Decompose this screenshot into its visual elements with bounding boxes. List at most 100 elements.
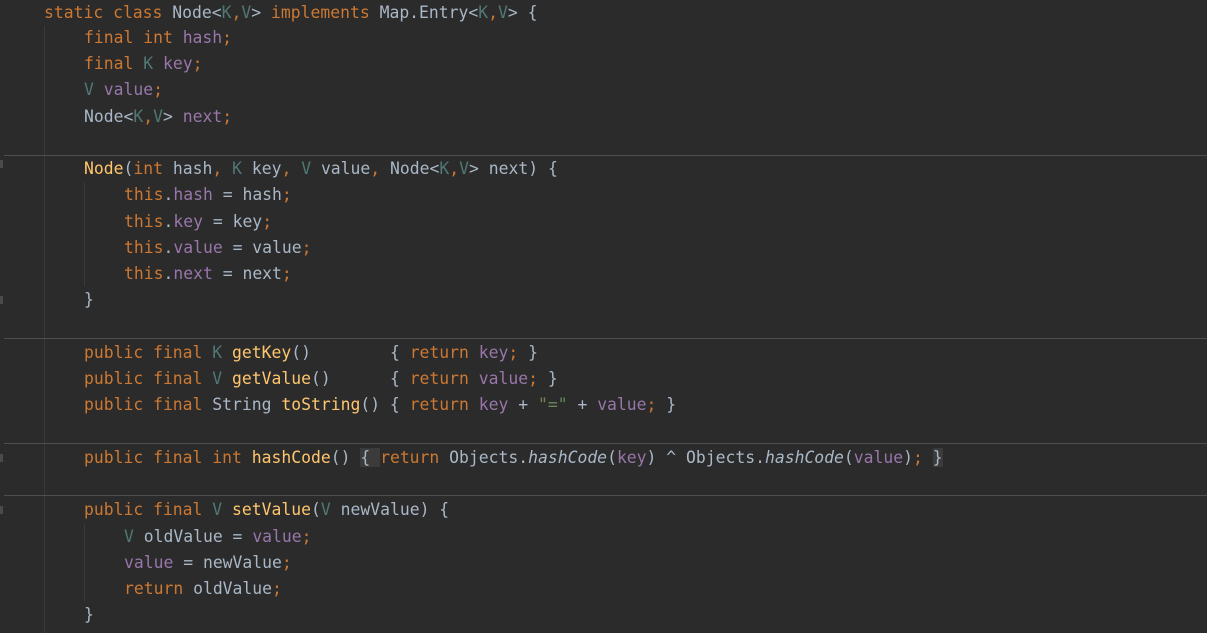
indent-guide [84, 524, 85, 602]
code-token: getValue [232, 369, 311, 388]
code-token: , [212, 159, 233, 178]
code-token: } [528, 343, 538, 362]
code-token: V [498, 3, 508, 22]
code-token: key [173, 212, 203, 231]
code-token: , [370, 159, 391, 178]
code-token: . [163, 264, 174, 283]
code-token: key [478, 343, 509, 362]
code-token: next [173, 264, 213, 283]
code-token: + [508, 395, 538, 414]
code-token: Map.Entry< [379, 3, 479, 22]
code-token: > { [507, 3, 538, 22]
code-line[interactable]: final int hash; [84, 25, 232, 51]
code-token: this [124, 238, 164, 257]
code-line[interactable]: public final K getKey() { return key; } [84, 340, 538, 366]
code-token: K [212, 343, 233, 362]
code-line[interactable]: V value; [84, 77, 163, 103]
code-token: key [251, 159, 282, 178]
code-token: final [84, 54, 144, 73]
code-token: . [163, 212, 174, 231]
code-token: hashCode [764, 448, 844, 467]
code-token: () { [360, 395, 410, 414]
code-token: Node< [84, 107, 134, 126]
code-token: > [251, 3, 272, 22]
code-token: key [162, 54, 193, 73]
fold-marker[interactable] [0, 160, 3, 168]
code-token: public final [84, 369, 213, 388]
code-line[interactable]: public final String toString() { return … [84, 392, 676, 418]
code-token: value [173, 238, 223, 257]
code-line[interactable]: } [84, 287, 94, 313]
code-token: } [84, 605, 94, 624]
code-token: ) ^ Objects. [646, 448, 765, 467]
code-token: . [163, 238, 174, 257]
code-token: > next) { [469, 159, 558, 178]
code-token: Node [84, 159, 124, 178]
code-token: K [439, 159, 450, 178]
code-token: hashCode [251, 448, 331, 467]
code-line[interactable]: V oldValue = value; [124, 524, 312, 550]
code-token: value [478, 369, 529, 388]
code-line[interactable]: public final V setValue(V newValue) { [84, 497, 449, 523]
code-line[interactable]: public final int hashCode() { return Obj… [84, 445, 943, 471]
code-token: hash [172, 159, 213, 178]
code-token: Node< [390, 159, 440, 178]
code-token: ; [528, 369, 548, 388]
code-token: hash [173, 185, 213, 204]
code-token: public final [84, 500, 213, 519]
code-editor[interactable]: static class Node<K,V> implements Map.En… [0, 0, 1207, 633]
indent-guide [44, 26, 45, 633]
code-token: next [182, 107, 223, 126]
code-token: ; [272, 579, 282, 598]
fold-marker[interactable] [0, 296, 3, 304]
code-line[interactable]: this.value = value; [124, 235, 312, 261]
code-line[interactable]: return oldValue; [124, 576, 282, 602]
code-token: hash [182, 28, 223, 47]
fold-marker[interactable] [0, 506, 3, 514]
code-token: , [143, 107, 154, 126]
code-token: ( [607, 448, 617, 467]
code-line[interactable]: value = newValue; [124, 550, 292, 576]
code-token: return [380, 448, 450, 467]
code-line[interactable]: public final V getValue() { return value… [84, 366, 558, 392]
code-token: K [232, 159, 252, 178]
code-token: ; [281, 264, 292, 283]
code-line[interactable]: } [84, 602, 94, 628]
code-token: } [547, 369, 558, 388]
code-token: return [409, 369, 479, 388]
code-token: ; [301, 527, 312, 546]
code-token: value [853, 448, 904, 467]
code-token: this [124, 212, 164, 231]
code-token: public final [84, 343, 213, 362]
code-line[interactable]: this.hash = hash; [124, 182, 292, 208]
code-token: } [666, 395, 677, 414]
code-token: return [409, 343, 479, 362]
code-token: = value [222, 238, 302, 257]
code-line[interactable]: Node<K,V> next; [84, 104, 232, 130]
code-token: ( [311, 500, 321, 519]
code-token: K [221, 3, 232, 22]
code-line[interactable]: final K key; [84, 51, 202, 77]
fold-marker[interactable] [0, 454, 3, 462]
code-token: oldValue = [143, 527, 253, 546]
code-token: newValue) { [340, 500, 450, 519]
folded-brace: } [932, 448, 943, 467]
code-token: , [449, 159, 460, 178]
code-token: V [124, 527, 144, 546]
code-token: () [330, 448, 361, 467]
code-token: Objects. [449, 448, 529, 467]
code-token: public final [84, 395, 213, 414]
code-token: ; [222, 28, 233, 47]
code-token: K [143, 54, 163, 73]
code-token: ; [192, 54, 203, 73]
code-token: value [103, 80, 154, 99]
code-token: ; [646, 395, 667, 414]
code-line[interactable]: Node(int hash, K key, V value, Node<K,V>… [84, 156, 558, 182]
code-line[interactable]: static class Node<K,V> implements Map.En… [44, 0, 538, 26]
code-token: V [241, 3, 252, 22]
code-token: V [459, 159, 469, 178]
code-token: toString [281, 395, 361, 414]
code-line[interactable]: this.next = next; [124, 261, 292, 287]
code-line[interactable]: this.key = key; [124, 209, 272, 235]
